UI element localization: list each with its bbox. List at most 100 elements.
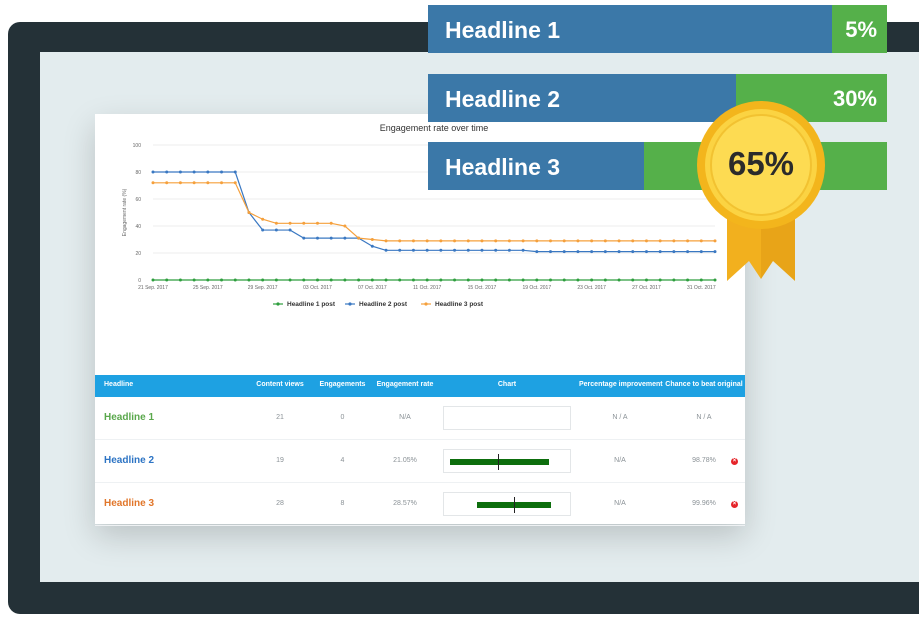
- data-point: [178, 278, 182, 282]
- y-tick-label: 100: [133, 143, 142, 149]
- data-point: [507, 248, 511, 252]
- data-point: [617, 239, 621, 243]
- remove-headline-icon[interactable]: ×: [731, 501, 738, 508]
- data-point: [535, 278, 539, 282]
- x-tick-label: 21 Sep. 2017: [138, 285, 168, 291]
- data-point: [480, 278, 484, 282]
- data-point: [288, 278, 292, 282]
- data-point: [274, 228, 278, 232]
- data-point: [315, 236, 319, 240]
- th-engagement-rate: Engagement rate: [376, 381, 434, 388]
- th-engagements: Engagements: [319, 381, 366, 388]
- data-point: [220, 170, 224, 174]
- data-point: [384, 248, 388, 252]
- data-point: [562, 278, 566, 282]
- data-point: [261, 217, 265, 221]
- data-point: [315, 278, 319, 282]
- data-point: [658, 250, 662, 254]
- data-point: [178, 181, 182, 185]
- medal-percent: 65%: [727, 145, 795, 182]
- data-point: [644, 278, 648, 282]
- content-views: 21: [276, 414, 284, 421]
- remove-headline-icon[interactable]: ×: [731, 458, 738, 465]
- data-point: [617, 250, 621, 254]
- percentage-improvement: N/A: [614, 457, 626, 464]
- data-point: [384, 278, 388, 282]
- x-tick-label: 03 Oct. 2017: [303, 285, 332, 291]
- data-point: [233, 170, 237, 174]
- data-point: [343, 278, 347, 282]
- confidence-bar: [450, 459, 549, 465]
- data-point: [439, 278, 443, 282]
- data-point: [411, 278, 415, 282]
- data-point: [507, 239, 511, 243]
- data-point: [535, 239, 539, 243]
- data-point: [549, 239, 553, 243]
- data-point: [686, 239, 690, 243]
- data-point: [274, 278, 278, 282]
- y-axis-label: Engagement rate (%): [122, 188, 128, 236]
- data-point: [329, 278, 333, 282]
- data-point: [617, 278, 621, 282]
- data-point: [398, 239, 402, 243]
- data-point: [603, 250, 607, 254]
- data-point: [288, 221, 292, 225]
- data-point: [206, 181, 210, 185]
- x-tick-label: 07 Oct. 2017: [358, 285, 387, 291]
- x-tick-label: 25 Sep. 2017: [193, 285, 223, 291]
- data-point: [521, 239, 525, 243]
- confidence-midpoint: [514, 497, 515, 513]
- data-point: [521, 248, 525, 252]
- data-point: [644, 239, 648, 243]
- data-point: [315, 221, 319, 225]
- data-point: [480, 239, 484, 243]
- data-point: [425, 278, 429, 282]
- table-header: Headline Content views Engagements Engag…: [95, 375, 745, 397]
- x-tick-label: 31 Oct. 2017: [687, 285, 716, 291]
- data-point: [439, 239, 443, 243]
- data-point: [343, 236, 347, 240]
- th-chart: Chart: [497, 381, 517, 388]
- engagement-rate: 28.57%: [393, 500, 417, 507]
- data-point: [274, 221, 278, 225]
- x-tick-label: 11 Oct. 2017: [413, 285, 441, 291]
- legend-label: Headline 1 post: [287, 301, 336, 308]
- table-row: Headline 3 28 8 28.57% N/A 99.96% ×: [95, 483, 745, 526]
- data-point: [686, 250, 690, 254]
- data-point: [178, 170, 182, 174]
- data-point: [192, 181, 196, 185]
- data-point: [233, 181, 237, 185]
- data-point: [644, 250, 648, 254]
- engagements: 0: [340, 414, 345, 421]
- data-point: [192, 170, 196, 174]
- y-tick-label: 20: [135, 251, 141, 257]
- data-point: [261, 278, 265, 282]
- data-point: [494, 248, 498, 252]
- legend-marker: [348, 302, 352, 306]
- data-point: [247, 211, 251, 214]
- x-tick-label: 29 Sep. 2017: [248, 285, 278, 291]
- x-tick-label: 23 Oct. 2017: [577, 285, 606, 291]
- data-point: [631, 278, 635, 282]
- th-percentage-improvement: Percentage improvement: [579, 381, 663, 388]
- data-point: [466, 278, 470, 282]
- data-point: [672, 250, 676, 254]
- data-point: [206, 170, 210, 174]
- data-point: [411, 239, 415, 243]
- data-point: [425, 248, 429, 252]
- engagement-rate: 21.05%: [393, 457, 417, 464]
- y-tick-label: 60: [135, 197, 141, 203]
- chart-title: Engagement rate over time: [380, 123, 489, 133]
- data-point: [384, 239, 388, 243]
- content-views: 28: [276, 500, 284, 507]
- table-row: Headline 1 21 0 N/A N / A N / A: [95, 397, 745, 440]
- headline-name[interactable]: Headline 3: [104, 498, 154, 509]
- data-point: [549, 278, 553, 282]
- x-tick-label: 15 Oct. 2017: [468, 285, 497, 291]
- data-point: [343, 224, 347, 228]
- data-point: [686, 278, 690, 282]
- data-point: [220, 278, 224, 282]
- headline-name[interactable]: Headline 2: [104, 455, 154, 466]
- data-point: [535, 250, 539, 254]
- headline-name[interactable]: Headline 1: [104, 412, 154, 423]
